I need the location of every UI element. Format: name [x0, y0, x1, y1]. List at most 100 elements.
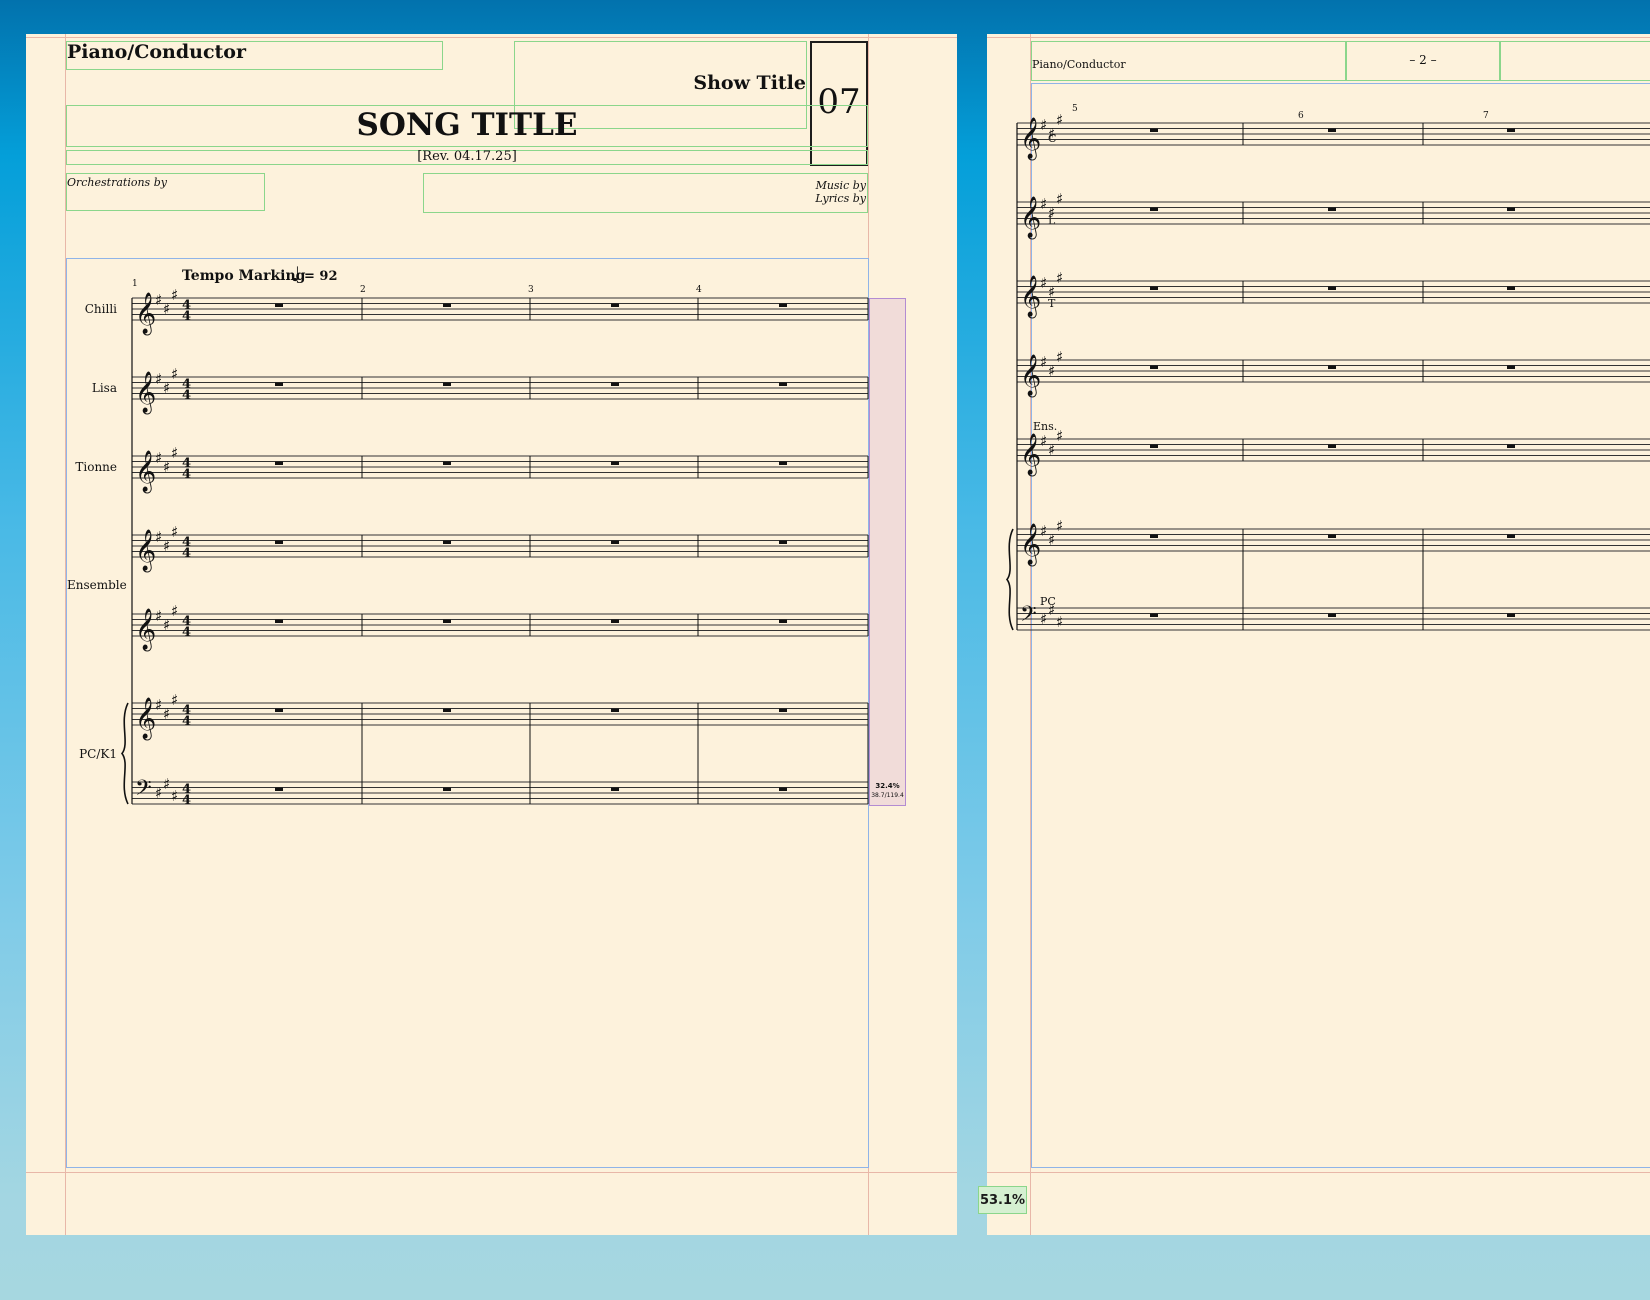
time-signature-bottom: 4 — [182, 714, 191, 729]
sharp-icon: ♯ — [163, 775, 170, 793]
sharp-icon: ♯ — [171, 602, 178, 620]
whole-rest — [779, 461, 787, 465]
sharp-icon: ♯ — [1056, 190, 1063, 208]
sharp-icon: ♯ — [163, 537, 170, 555]
whole-rest — [1507, 444, 1515, 448]
whole-rest — [1328, 444, 1336, 448]
sharp-icon: ♯ — [163, 705, 170, 723]
sharp-icon: ♯ — [155, 449, 162, 467]
sharp-icon: ♯ — [1056, 111, 1063, 129]
treble-clef-icon: 𝄞 — [1020, 196, 1041, 239]
whole-rest — [611, 787, 619, 791]
sharp-icon: ♯ — [155, 696, 162, 714]
sharp-icon: ♯ — [155, 528, 162, 546]
whole-rest — [443, 708, 451, 712]
sharp-icon: ♯ — [171, 365, 178, 383]
score-system-1[interactable]: 𝄞♯ ♯♯44𝄞♯ ♯♯44𝄞♯ ♯♯44𝄞♯ ♯♯44𝄞♯ ♯♯44𝄞♯ ♯♯44𝄢 ♯ ♯♯… — [26, 34, 957, 1235]
whole-rest — [1150, 365, 1158, 369]
sharp-icon: ♯ — [163, 458, 170, 476]
whole-rest — [779, 540, 787, 544]
bass-clef-icon: 𝄢 — [1020, 602, 1037, 632]
whole-rest — [611, 619, 619, 623]
treble-clef-icon: 𝄞 — [1020, 523, 1041, 566]
treble-clef-icon: 𝄞 — [1020, 433, 1041, 476]
sharp-icon: ♯ — [171, 444, 178, 462]
whole-rest — [1150, 128, 1158, 132]
whole-rest — [443, 787, 451, 791]
piano-brace — [120, 702, 129, 805]
whole-rest — [275, 787, 283, 791]
whole-rest — [611, 382, 619, 386]
whole-rest — [275, 303, 283, 307]
sharp-icon: ♯ — [155, 370, 162, 388]
sharp-icon: ♯ — [1040, 116, 1047, 134]
whole-rest — [1328, 365, 1336, 369]
whole-rest — [1150, 444, 1158, 448]
sharp-icon: ♯ — [155, 607, 162, 625]
whole-rest — [779, 619, 787, 623]
whole-rest — [275, 619, 283, 623]
sharp-icon: ♯ — [163, 300, 170, 318]
treble-clef-icon: 𝄞 — [135, 608, 156, 651]
piano-brace — [1005, 528, 1014, 631]
treble-clef-icon: 𝄞 — [1020, 117, 1041, 160]
sharp-icon: ♯ — [155, 784, 162, 802]
whole-rest — [275, 382, 283, 386]
whole-rest — [611, 461, 619, 465]
whole-rest — [1507, 286, 1515, 290]
whole-rest — [1150, 207, 1158, 211]
whole-rest — [1150, 534, 1158, 538]
sharp-icon: ♯ — [1056, 613, 1063, 631]
time-signature-bottom: 4 — [182, 625, 191, 640]
whole-rest — [779, 382, 787, 386]
whole-rest — [275, 708, 283, 712]
sharp-icon: ♯ — [1048, 441, 1055, 459]
sharp-icon: ♯ — [1056, 427, 1063, 445]
whole-rest — [779, 303, 787, 307]
sharp-icon: ♯ — [171, 286, 178, 304]
whole-rest — [611, 303, 619, 307]
sharp-icon: ♯ — [1048, 601, 1055, 619]
sharp-icon: ♯ — [1056, 348, 1063, 366]
sharp-icon: ♯ — [1048, 283, 1055, 301]
sharp-icon: ♯ — [1056, 269, 1063, 287]
whole-rest — [779, 708, 787, 712]
sharp-icon: ♯ — [1048, 125, 1055, 143]
whole-rest — [443, 619, 451, 623]
zoom-level[interactable]: 53.1% — [978, 1186, 1027, 1214]
sharp-icon: ♯ — [155, 291, 162, 309]
sharp-icon: ♯ — [171, 691, 178, 709]
score-page-2[interactable]: Piano/Conductor – 2 – 5 6 7 C L T Ens. P… — [987, 34, 1650, 1235]
sharp-icon: ♯ — [1040, 195, 1047, 213]
whole-rest — [1150, 613, 1158, 617]
treble-clef-icon: 𝄞 — [135, 371, 156, 414]
treble-clef-icon: 𝄞 — [135, 292, 156, 335]
whole-rest — [1328, 207, 1336, 211]
whole-rest — [1328, 286, 1336, 290]
bass-clef-icon: 𝄢 — [135, 776, 152, 806]
score-system-2[interactable]: 𝄞♯ ♯♯𝄞♯ ♯♯𝄞♯ ♯♯𝄞♯ ♯♯𝄞♯ ♯♯𝄞♯ ♯♯𝄢 ♯ ♯♯ — [987, 34, 1650, 1235]
whole-rest — [443, 303, 451, 307]
whole-rest — [611, 540, 619, 544]
whole-rest — [443, 540, 451, 544]
sharp-icon: ♯ — [1040, 432, 1047, 450]
time-signature-bottom: 4 — [182, 546, 191, 561]
whole-rest — [1328, 613, 1336, 617]
sharp-icon: ♯ — [171, 787, 178, 805]
treble-clef-icon: 𝄞 — [135, 529, 156, 572]
time-signature-bottom: 4 — [182, 309, 191, 324]
sharp-icon: ♯ — [1048, 204, 1055, 222]
time-signature-bottom: 4 — [182, 388, 191, 403]
time-signature-bottom: 4 — [182, 793, 191, 808]
sharp-icon: ♯ — [163, 379, 170, 397]
whole-rest — [1328, 128, 1336, 132]
whole-rest — [1507, 128, 1515, 132]
whole-rest — [275, 461, 283, 465]
time-signature-bottom: 4 — [182, 467, 191, 482]
score-page-1[interactable]: Piano/Conductor Show Title 07 SONG TITLE… — [26, 34, 957, 1235]
sharp-icon: ♯ — [1040, 353, 1047, 371]
whole-rest — [1507, 365, 1515, 369]
whole-rest — [1150, 286, 1158, 290]
treble-clef-icon: 𝄞 — [135, 450, 156, 493]
sharp-icon: ♯ — [1040, 522, 1047, 540]
